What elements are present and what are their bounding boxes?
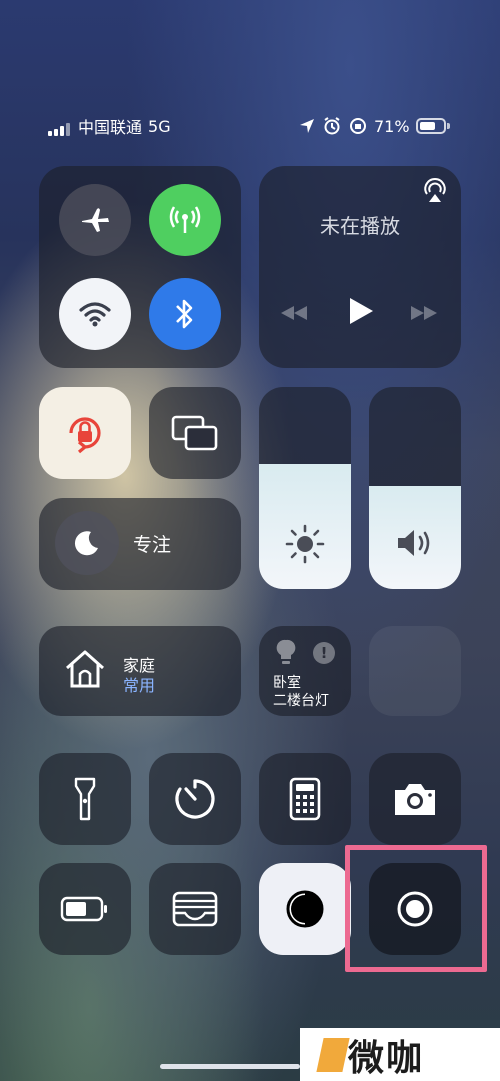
network-label: 5G	[148, 116, 171, 136]
sun-icon	[285, 524, 325, 564]
now-playing-status: 未在播放	[320, 214, 400, 238]
dark-mode-icon	[286, 890, 324, 928]
focus-icon-circle	[55, 511, 119, 575]
screen-mirroring-button[interactable]	[149, 387, 241, 479]
airplane-icon	[82, 208, 109, 232]
focus-button[interactable]: 专注	[39, 498, 241, 590]
fast-forward-icon[interactable]	[409, 304, 439, 322]
rewind-icon[interactable]	[279, 304, 309, 322]
accessory-room: 卧室	[273, 675, 301, 691]
accessory-name: 二楼台灯	[273, 693, 329, 709]
timer-icon	[175, 779, 215, 819]
dark-mode-button[interactable]	[259, 863, 351, 955]
cellular-data-button[interactable]	[149, 184, 221, 256]
low-power-mode-button[interactable]	[39, 863, 131, 955]
camera-button[interactable]	[369, 753, 461, 845]
airplay-icon[interactable]	[421, 176, 449, 204]
rotation-lock-icon	[69, 417, 101, 454]
volume-slider[interactable]	[369, 387, 461, 589]
highlight-box	[345, 845, 487, 972]
calculator-button[interactable]	[259, 753, 351, 845]
lightbulb-icon	[276, 639, 296, 664]
home-subtitle: 常用	[123, 676, 156, 695]
flashlight-icon	[74, 777, 96, 821]
rotation-lock-icon	[350, 118, 366, 134]
wallet-button[interactable]	[149, 863, 241, 955]
wallet-icon	[172, 891, 218, 927]
airplane-mode-button[interactable]	[59, 184, 131, 256]
orientation-lock-button[interactable]	[39, 387, 131, 479]
warning-icon: !	[313, 642, 335, 664]
bluetooth-button[interactable]	[149, 278, 221, 350]
antenna-icon	[169, 206, 201, 233]
house-icon	[66, 650, 104, 688]
play-icon[interactable]	[347, 296, 375, 326]
speaker-icon	[398, 530, 430, 556]
camera-icon	[395, 784, 435, 815]
timer-button[interactable]	[149, 753, 241, 845]
empty-tile	[369, 626, 461, 716]
alarm-icon	[324, 117, 340, 135]
battery-percent: 71%	[374, 116, 410, 136]
status-left: 中国联通 5G	[48, 108, 171, 144]
connectivity-panel	[39, 166, 241, 368]
bluetooth-icon	[176, 299, 193, 329]
battery-icon	[60, 896, 107, 922]
flashlight-button[interactable]	[39, 753, 131, 845]
status-right: 71%	[298, 108, 450, 144]
watermark-text: 微咖	[348, 1037, 425, 1079]
home-button[interactable]: 家庭 常用	[39, 626, 241, 716]
calculator-icon	[289, 777, 321, 821]
battery-icon	[415, 118, 450, 134]
moon-icon	[74, 531, 98, 556]
wifi-button[interactable]	[59, 278, 131, 350]
wifi-icon	[79, 302, 111, 327]
home-indicator[interactable]	[160, 1064, 300, 1069]
focus-label: 专注	[133, 534, 172, 556]
brightness-slider[interactable]	[259, 387, 351, 589]
carrier-label: 中国联通	[78, 118, 143, 137]
location-arrow-icon	[300, 119, 314, 133]
accessory-bedroom-lamp[interactable]: ! 卧室 二楼台灯	[259, 626, 351, 716]
screen-mirroring-icon	[171, 415, 218, 451]
signal-strength-icon	[48, 117, 72, 136]
media-panel: 未在播放	[259, 166, 461, 368]
